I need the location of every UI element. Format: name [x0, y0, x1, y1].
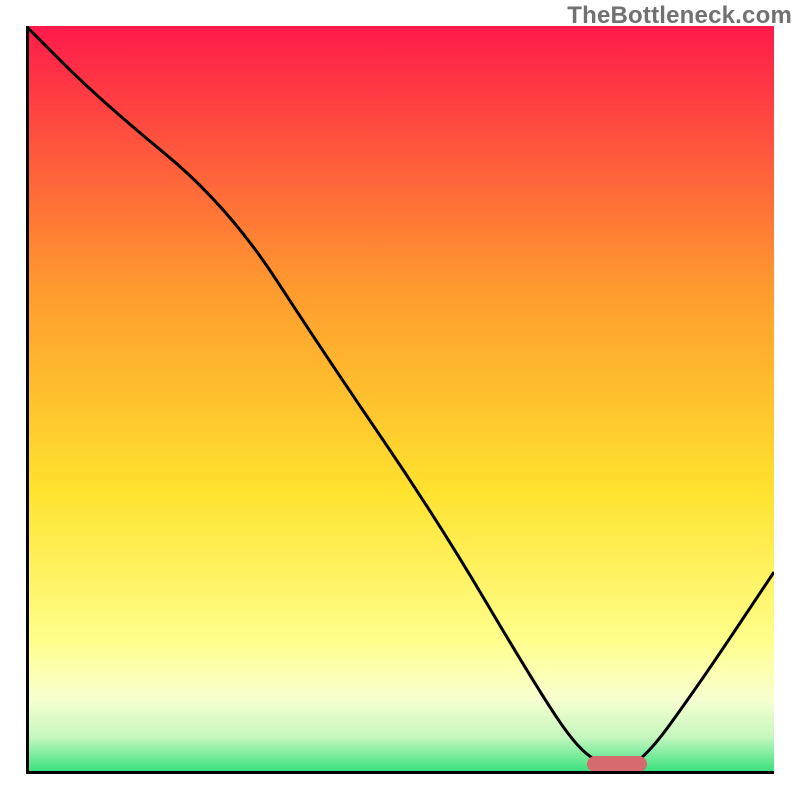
optimal-marker	[587, 756, 647, 772]
x-axis	[26, 771, 774, 774]
attribution-label: TheBottleneck.com	[567, 2, 792, 30]
plot-svg	[26, 26, 774, 774]
y-axis	[26, 26, 29, 774]
plot-area	[26, 26, 774, 774]
bottleneck-chart: TheBottleneck.com	[0, 0, 800, 800]
gradient-background	[26, 26, 774, 774]
